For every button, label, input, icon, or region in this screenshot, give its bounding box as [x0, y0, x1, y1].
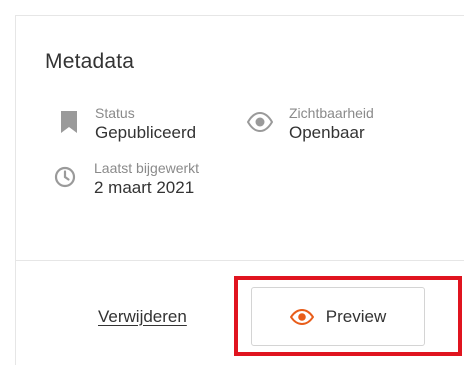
delete-link[interactable]: Verwijderen	[98, 307, 187, 327]
status-value: Gepubliceerd	[95, 123, 197, 142]
updated-value: 2 maart 2021	[94, 178, 195, 197]
visibility-value: Openbaar	[289, 123, 365, 142]
status-label: Status	[95, 105, 135, 121]
preview-label: Preview	[325, 306, 387, 326]
eye-icon	[247, 111, 273, 133]
preview-button[interactable]: Preview	[251, 287, 425, 346]
eye-icon	[289, 308, 314, 325]
updated-label: Laatst bijgewerkt	[94, 160, 200, 176]
section-title: Metadata	[45, 50, 135, 73]
clock-icon	[54, 166, 76, 188]
divider	[15, 260, 464, 261]
bookmark-icon	[61, 111, 77, 133]
visibility-item: Zichtbaarheid Openbaar	[247, 105, 374, 143]
updated-item: Laatst bijgewerkt 2 maart 2021	[54, 160, 199, 198]
status-item: Status Gepubliceerd	[58, 105, 196, 143]
visibility-label: Zichtbaarheid	[289, 105, 374, 121]
